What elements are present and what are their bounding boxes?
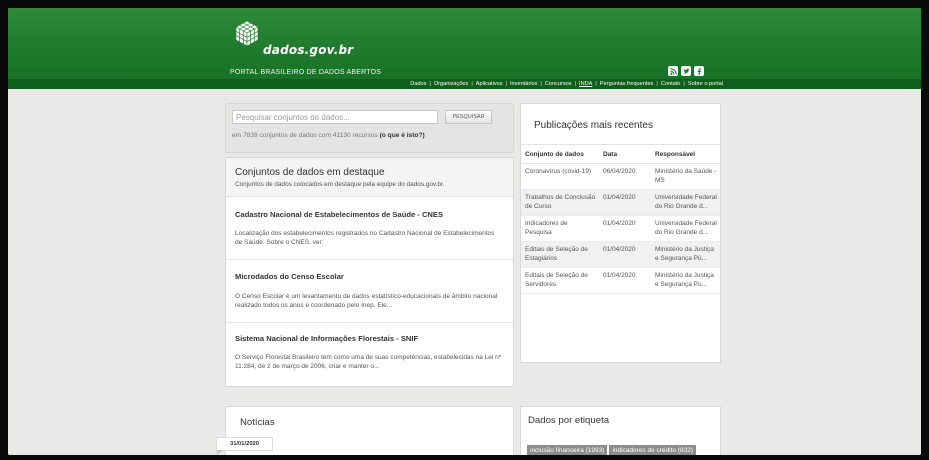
recent-publications-panel: Publicações mais recentes Conjunto de da… (520, 103, 721, 363)
featured-header: Conjuntos de dados em destaque Conjuntos… (226, 158, 513, 197)
news-date-badge: 31/01/2020 (216, 437, 273, 455)
site-tagline: PORTAL BRASILEIRO DE DADOS ABERTOS (230, 69, 382, 76)
nav-separator: | (429, 81, 431, 87)
nav-separator: | (595, 81, 597, 87)
nav-link[interactable]: Contato (661, 81, 681, 87)
featured-item[interactable]: Microdados do Censo Escolar O Censo Esco… (226, 260, 513, 323)
table-cell-dataset[interactable]: Coronavírus (covid-19) (521, 163, 599, 190)
table-cell-date: 01/04/2020 (599, 267, 651, 294)
featured-item-description: O Censo Escolar é um levantamento de dad… (235, 293, 498, 309)
table-cell-owner[interactable]: Ministério da Justiça e Segurança Pú... (651, 267, 720, 294)
table-row[interactable]: Editais de Seleção de Estagiários 01/04/2… (521, 241, 720, 268)
table-cell-owner[interactable]: Ministério da Justiça e Segurança Pú... (651, 241, 720, 268)
nav-link[interactable]: Dados (410, 81, 426, 87)
search-panel: Pesquisar conjuntos de dados... PESQUISA… (225, 103, 514, 153)
nav-link[interactable]: Aplicativos (476, 81, 503, 87)
top-nav-bar: Dados | Organizações | Aplicativos | Inventári… (8, 79, 921, 89)
facebook-icon[interactable] (694, 66, 704, 76)
nav-link[interactable]: Inventários (510, 81, 537, 87)
table-cell-dataset[interactable]: Editais de Seleção de Estagiários (521, 241, 599, 268)
featured-subtitle: Conjuntos de dados colocados em destaque… (235, 181, 445, 188)
top-nav: Dados | Organizações | Aplicativos | Inventári… (410, 79, 723, 89)
featured-datasets-panel: Conjuntos de dados em destaque Conjuntos… (225, 157, 514, 387)
nav-separator: | (656, 81, 658, 87)
featured-item-description: O Serviço Florestal Brasileiro tem como … (235, 354, 502, 370)
table-cell-dataset[interactable]: Indicadores de Pesquisa (521, 215, 599, 242)
nav-separator: | (574, 81, 577, 87)
tags-panel: Dados por etiqueta inclusão financeira (… (520, 406, 721, 455)
column-header: Responsável (651, 144, 720, 164)
table-header-row: Conjunto de dados Data Responsável (521, 144, 720, 164)
featured-item-title[interactable]: Cadastro Nacional de Estabelecimentos de… (235, 210, 443, 219)
publications-title: Publicações mais recentes (534, 120, 653, 131)
tags-title: Dados por etiqueta (528, 415, 610, 426)
nav-link[interactable]: Concursos (545, 81, 572, 87)
column-header: Conjunto de dados (521, 144, 599, 164)
nav-link[interactable]: Perguntas frequentes (600, 81, 654, 87)
table-row[interactable]: Indicadores de Pesquisa 01/04/2020 Univers… (521, 215, 720, 242)
cube-logo-icon[interactable] (232, 19, 262, 49)
rss-icon[interactable] (668, 66, 678, 76)
table-cell-owner[interactable]: Ministério da Saúde - MS (651, 163, 720, 190)
featured-item-description: Localização dos estabelecimentos registr… (235, 230, 495, 246)
table-cell-date: 01/04/2020 (599, 189, 651, 216)
page-content: Pesquisar conjuntos de dados... PESQUISA… (8, 89, 921, 455)
table-row[interactable]: Trabalhos de Conclusão de Curso 01/04/202… (521, 189, 720, 216)
search-stats: em 7839 conjuntos de dados com 41130 rec… (232, 132, 425, 139)
table-row[interactable]: Editais de Seleção de Servidores 01/04/20… (521, 267, 720, 294)
tag-list: inclusão financeira (1993) indicadores de… (527, 445, 717, 455)
publications-table: Conjunto de dados Data Responsável Coron… (521, 144, 720, 294)
tag-chip[interactable]: inclusão financeira (1993) (527, 445, 608, 455)
table-row[interactable]: Coronavírus (covid-19) 06/04/2020 Ministér… (521, 163, 720, 190)
featured-item-title[interactable]: Sistema Nacional de Informações Floresta… (235, 334, 418, 343)
nav-separator: | (505, 81, 507, 87)
tag-chip[interactable]: indicadores de crédito (832) (609, 445, 697, 455)
column-header: Data (599, 144, 651, 164)
featured-item-title[interactable]: Microdados do Censo Escolar (235, 272, 344, 281)
table-cell-dataset[interactable]: Trabalhos de Conclusão de Curso (521, 189, 599, 216)
site-header: dados.gov.br PORTAL BRASILEIRO DE DADOS … (8, 8, 921, 89)
news-title: Notícias (240, 417, 275, 428)
table-cell-date: 01/04/2020 (599, 215, 651, 242)
table-cell-dataset[interactable]: Editais de Seleção de Servidores (521, 267, 599, 294)
nav-separator: | (683, 81, 685, 87)
search-button[interactable]: PESQUISAR (445, 110, 492, 124)
featured-item[interactable]: Cadastro Nacional de Estabelecimentos de… (226, 197, 513, 260)
table-cell-owner[interactable]: Universidade Federal do Rio Grande d... (651, 189, 720, 216)
search-stats-text: em 7839 conjuntos de dados com 41130 rec… (232, 132, 378, 139)
help-link[interactable]: (o que é isto?) (380, 132, 425, 139)
site-name[interactable]: dados.gov.br (263, 43, 353, 57)
nav-separator: | (540, 81, 542, 87)
nav-link[interactable]: INDA (579, 81, 592, 87)
nav-separator: | (471, 81, 473, 87)
table-cell-owner[interactable]: Universidade Federal do Rio Grande d... (651, 215, 720, 242)
table-cell-date: 06/04/2020 (599, 163, 651, 190)
search-input[interactable]: Pesquisar conjuntos de dados... (232, 110, 438, 124)
nav-link[interactable]: Organizações (434, 81, 469, 87)
nav-link[interactable]: Sobre o portal (688, 81, 723, 87)
browser-viewport: dados.gov.br PORTAL BRASILEIRO DE DADOS … (8, 8, 921, 455)
table-cell-date: 01/04/2020 (599, 241, 651, 268)
twitter-icon[interactable] (681, 66, 691, 76)
social-links (668, 66, 704, 76)
featured-item[interactable]: Sistema Nacional de Informações Floresta… (226, 323, 513, 385)
featured-title: Conjuntos de dados em destaque (235, 167, 385, 178)
